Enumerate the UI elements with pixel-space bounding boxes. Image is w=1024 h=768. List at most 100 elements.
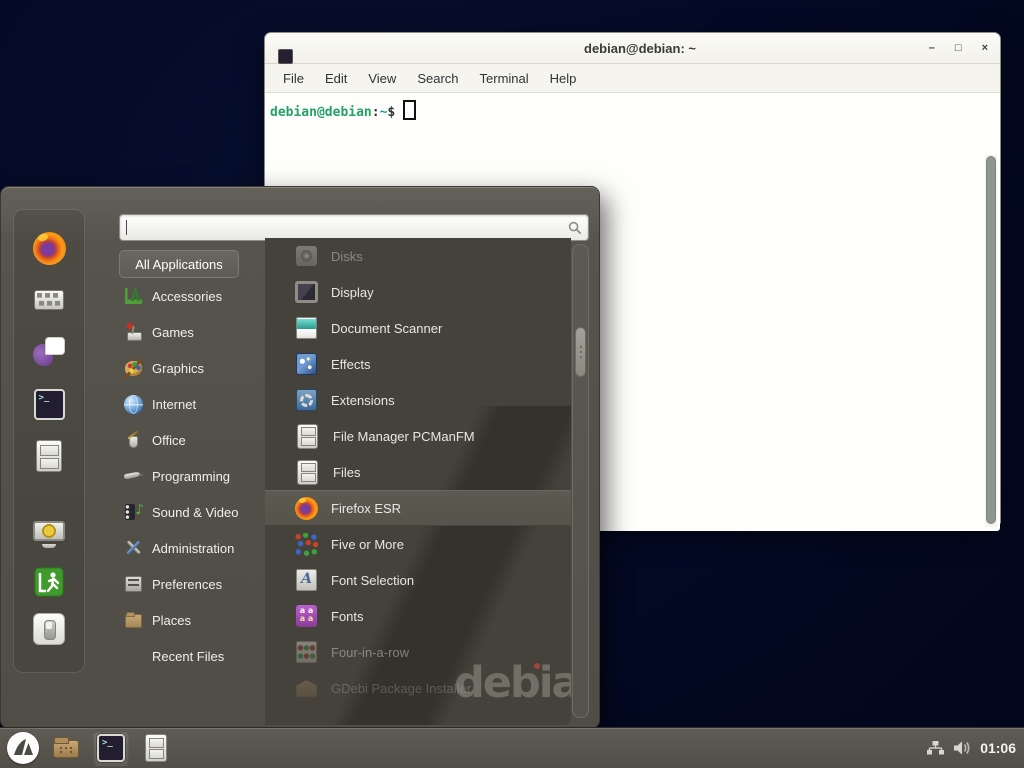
favorite-pidgin-button[interactable] xyxy=(27,330,71,374)
app-effects[interactable]: Effects xyxy=(265,346,571,382)
clock[interactable]: 01:06 xyxy=(980,740,1016,756)
category-administration[interactable]: Administration xyxy=(119,530,265,566)
prompt-symbol: $ xyxy=(387,105,395,120)
volume-icon[interactable] xyxy=(953,740,971,756)
app-label: Fonts xyxy=(331,609,364,624)
category-label: Internet xyxy=(152,397,196,412)
category-label: Recent Files xyxy=(152,649,224,664)
shut-down-button[interactable] xyxy=(27,607,71,651)
terminal-icon xyxy=(34,389,65,420)
applications-menu-button[interactable] xyxy=(7,732,39,764)
category-label: Games xyxy=(152,325,194,340)
log-out-icon xyxy=(34,567,64,597)
application-list-scrollbar[interactable] xyxy=(572,244,589,718)
terminal-scrollbar-thumb[interactable] xyxy=(986,156,996,524)
favorite-firefox-button[interactable] xyxy=(27,226,71,270)
watermark-red-dot xyxy=(534,663,540,669)
tool-icon xyxy=(124,467,143,486)
category-sound-video[interactable]: Sound & Video xyxy=(119,494,265,530)
network-icon[interactable] xyxy=(927,740,944,756)
category-label: Preferences xyxy=(152,577,222,592)
disk-icon xyxy=(295,245,318,268)
category-label: Graphics xyxy=(152,361,204,376)
minimize-button[interactable]: – xyxy=(929,43,935,54)
favorite-terminal-button[interactable] xyxy=(27,382,71,426)
category-preferences[interactable]: Preferences xyxy=(119,566,265,602)
scrollbar-thumb[interactable] xyxy=(575,327,586,377)
category-accessories[interactable]: Accessories xyxy=(119,278,265,314)
category-panel: All Applications Accessories Games Graph… xyxy=(119,250,265,674)
app-label: Extensions xyxy=(331,393,395,408)
terminal-app-icon xyxy=(278,49,293,64)
menu-view[interactable]: View xyxy=(368,71,396,86)
lock-screen-button[interactable] xyxy=(27,513,71,557)
category-places[interactable]: Places xyxy=(119,602,265,638)
application-menu: All Applications Accessories Games Graph… xyxy=(0,186,600,729)
menu-edit[interactable]: Edit xyxy=(325,71,347,86)
folder-detail xyxy=(60,747,62,749)
menu-terminal[interactable]: Terminal xyxy=(480,71,529,86)
taskbar-file-manager-button[interactable] xyxy=(48,731,84,765)
menu-help[interactable]: Help xyxy=(550,71,577,86)
category-label: All Applications xyxy=(135,257,222,272)
monitor-icon xyxy=(295,281,318,304)
watermark-text: debian xyxy=(454,658,571,708)
maximize-button[interactable]: □ xyxy=(955,43,962,54)
taskbar-files-button[interactable] xyxy=(138,731,174,765)
log-out-button[interactable] xyxy=(27,560,71,604)
terminal-scrollbar[interactable] xyxy=(985,155,997,527)
app-label: Document Scanner xyxy=(331,321,442,336)
colored-dots-icon xyxy=(295,533,318,556)
terminal-titlebar[interactable]: debian@debian: ~ – □ × xyxy=(265,33,1000,64)
taskbar: 01:06 xyxy=(0,727,1024,768)
favorite-virtual-keyboard-button[interactable] xyxy=(27,278,71,322)
shut-down-icon xyxy=(33,613,65,645)
app-extensions[interactable]: Extensions xyxy=(265,382,571,418)
terminal-menubar: File Edit View Search Terminal Help xyxy=(265,64,1000,93)
virtual-keyboard-icon xyxy=(32,285,66,315)
file-manager-icon xyxy=(36,440,62,472)
category-label: Places xyxy=(152,613,191,628)
taskbar-terminal-button[interactable] xyxy=(93,731,129,765)
app-font-selection[interactable]: Font Selection xyxy=(265,562,571,598)
app-disks: Disks xyxy=(265,238,571,274)
app-files[interactable]: Files xyxy=(265,454,571,490)
close-button[interactable]: × xyxy=(982,43,988,54)
app-display[interactable]: Display xyxy=(265,274,571,310)
pidgin-messenger-icon xyxy=(32,336,66,368)
prompt-separator: : xyxy=(372,105,380,120)
app-file-manager-pcmanfm[interactable]: File Manager PCManFM xyxy=(265,418,571,454)
search-input[interactable] xyxy=(120,215,568,240)
app-five-or-more[interactable]: Five or More xyxy=(265,526,571,562)
category-office[interactable]: Office xyxy=(119,422,265,458)
app-firefox-esr[interactable]: Firefox ESR xyxy=(265,490,571,526)
filmstrip-note-icon xyxy=(124,503,143,522)
category-internet[interactable]: Internet xyxy=(119,386,265,422)
crossed-tools-icon xyxy=(124,539,143,558)
category-label: Administration xyxy=(152,541,234,556)
scanner-icon xyxy=(295,317,318,340)
window-title: debian@debian: ~ xyxy=(280,41,1000,56)
text-caret xyxy=(126,220,127,235)
dots-grid-icon xyxy=(295,641,318,664)
gear-icon xyxy=(295,389,318,412)
category-programming[interactable]: Programming xyxy=(119,458,265,494)
file-cabinet-icon xyxy=(297,424,318,449)
category-all-applications[interactable]: All Applications xyxy=(119,250,239,278)
menu-file[interactable]: File xyxy=(283,71,304,86)
terminal-cursor xyxy=(403,100,416,120)
firefox-icon xyxy=(33,232,66,265)
menu-search[interactable]: Search xyxy=(417,71,458,86)
app-label: File Manager PCManFM xyxy=(333,429,475,444)
app-label: Disks xyxy=(331,249,363,264)
app-label: GDebi Package Installer xyxy=(331,681,471,696)
firefox-icon xyxy=(295,497,318,520)
app-label: Font Selection xyxy=(331,573,414,588)
category-recent-files[interactable]: Recent Files xyxy=(119,638,265,674)
favorite-file-manager-button[interactable] xyxy=(27,434,71,478)
category-games[interactable]: Games xyxy=(119,314,265,350)
app-fonts[interactable]: Fonts xyxy=(265,598,571,634)
app-document-scanner[interactable]: Document Scanner xyxy=(265,310,571,346)
category-label: Sound & Video xyxy=(152,505,239,520)
category-graphics[interactable]: Graphics xyxy=(119,350,265,386)
